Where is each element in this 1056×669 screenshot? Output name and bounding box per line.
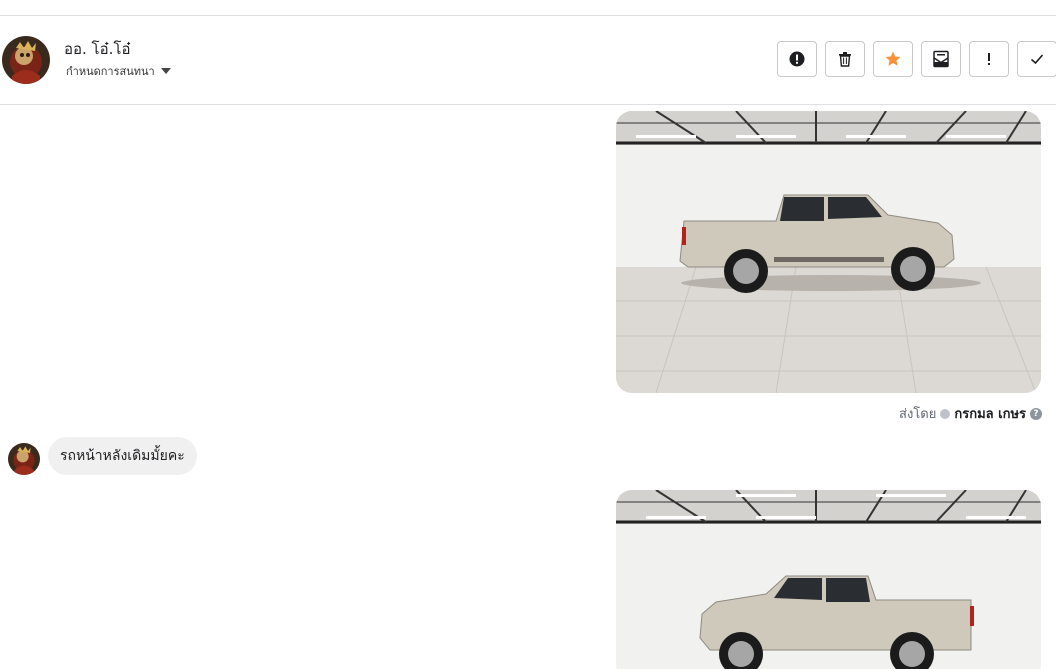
conversation-header: ออ. โอ๋.โอ๋ กำหนดการสนทนา xyxy=(0,16,1056,105)
mark-spam-button[interactable] xyxy=(777,41,817,77)
caret-down-icon xyxy=(160,68,171,74)
message-image-truck-1[interactable] xyxy=(616,111,1041,393)
sent-by-meta: ส่งโดย กรกมล เกษร ? xyxy=(899,403,1042,424)
conversation-schedule-label: กำหนดการสนทนา xyxy=(66,65,155,78)
check-icon xyxy=(1030,54,1044,65)
exclamation-icon xyxy=(988,53,990,65)
incoming-message-bubble[interactable]: รถหน้าหลังเดิมมั้ยคะ xyxy=(48,437,197,475)
action-toolbar xyxy=(777,41,1056,77)
truck-photo-image xyxy=(616,490,1041,669)
star-icon xyxy=(885,51,901,66)
help-icon[interactable]: ? xyxy=(1030,407,1042,420)
mark-done-button[interactable] xyxy=(1017,41,1056,77)
message-avatar[interactable] xyxy=(8,443,40,475)
sender-status-icon xyxy=(940,408,951,419)
message-image-truck-2[interactable] xyxy=(616,490,1041,669)
avatar[interactable] xyxy=(2,36,50,84)
star-button[interactable] xyxy=(873,41,913,77)
mail-archive-icon xyxy=(933,50,949,68)
trash-icon xyxy=(839,52,851,67)
delete-button[interactable] xyxy=(825,41,865,77)
truck-photo-image xyxy=(616,111,1041,393)
mark-unread-button[interactable] xyxy=(921,41,961,77)
sent-by-label: ส่งโดย xyxy=(899,407,937,422)
alert-circle-icon xyxy=(789,51,805,67)
conversation-schedule-dropdown[interactable]: กำหนดการสนทนา xyxy=(66,62,171,80)
top-strip xyxy=(0,0,1056,16)
contact-name: ออ. โอ๋.โอ๋ xyxy=(64,40,131,58)
follow-up-button[interactable] xyxy=(969,41,1009,77)
sender-name[interactable]: กรกมล เกษร xyxy=(954,403,1026,424)
